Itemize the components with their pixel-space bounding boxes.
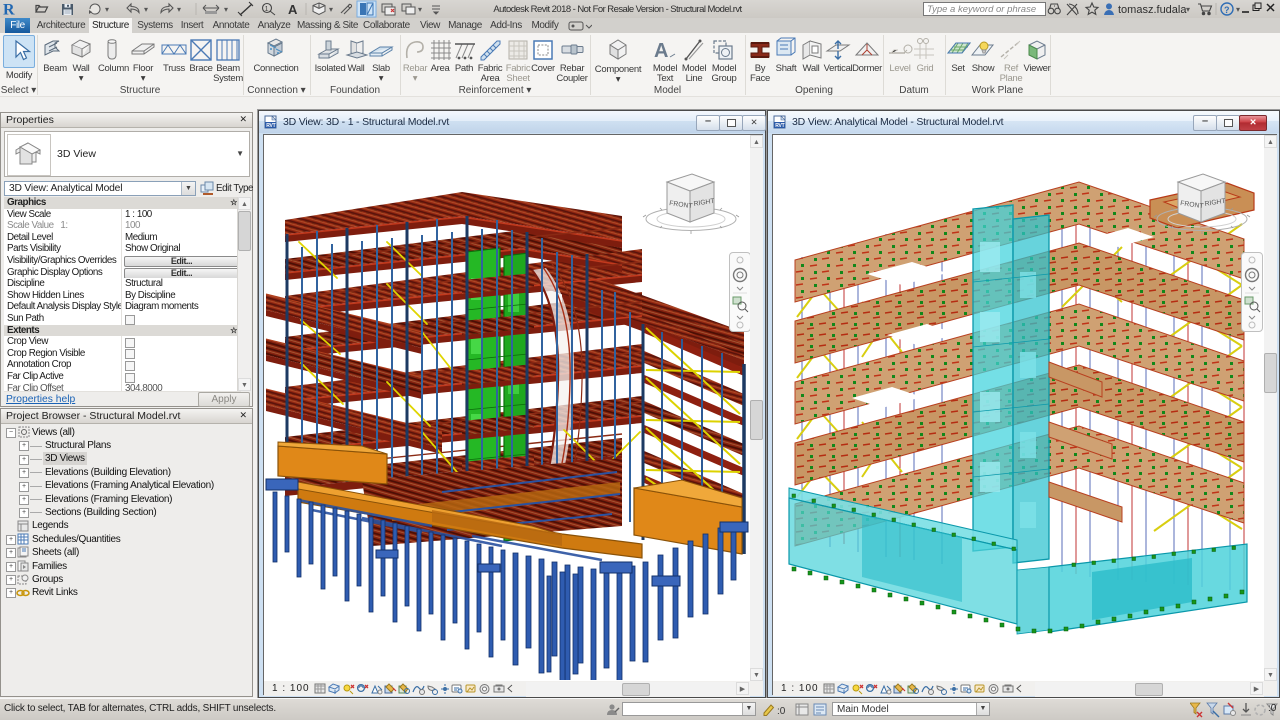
svg-text:tomasz.fudala: tomasz.fudala [1118, 4, 1187, 16]
svg-text:▾: ▾ [224, 5, 228, 14]
svg-text:▾: ▾ [144, 5, 148, 14]
svg-text:1: 1 [265, 6, 269, 13]
svg-text:A: A [288, 2, 298, 17]
svg-text:?: ? [1224, 5, 1230, 15]
svg-text:▾: ▾ [418, 5, 422, 14]
svg-text:R: R [3, 2, 15, 19]
svg-text:▾: ▾ [105, 5, 109, 14]
svg-text:RVT: RVT [775, 123, 784, 129]
svg-text:RVT: RVT [266, 123, 275, 129]
svg-text:A: A [654, 40, 668, 62]
svg-text::0: :0 [777, 706, 786, 717]
svg-text:▾: ▾ [177, 5, 181, 14]
svg-text:▾: ▾ [329, 5, 333, 14]
svg-text:▾: ▾ [1186, 5, 1190, 14]
svg-text:▾: ▾ [1236, 5, 1240, 14]
